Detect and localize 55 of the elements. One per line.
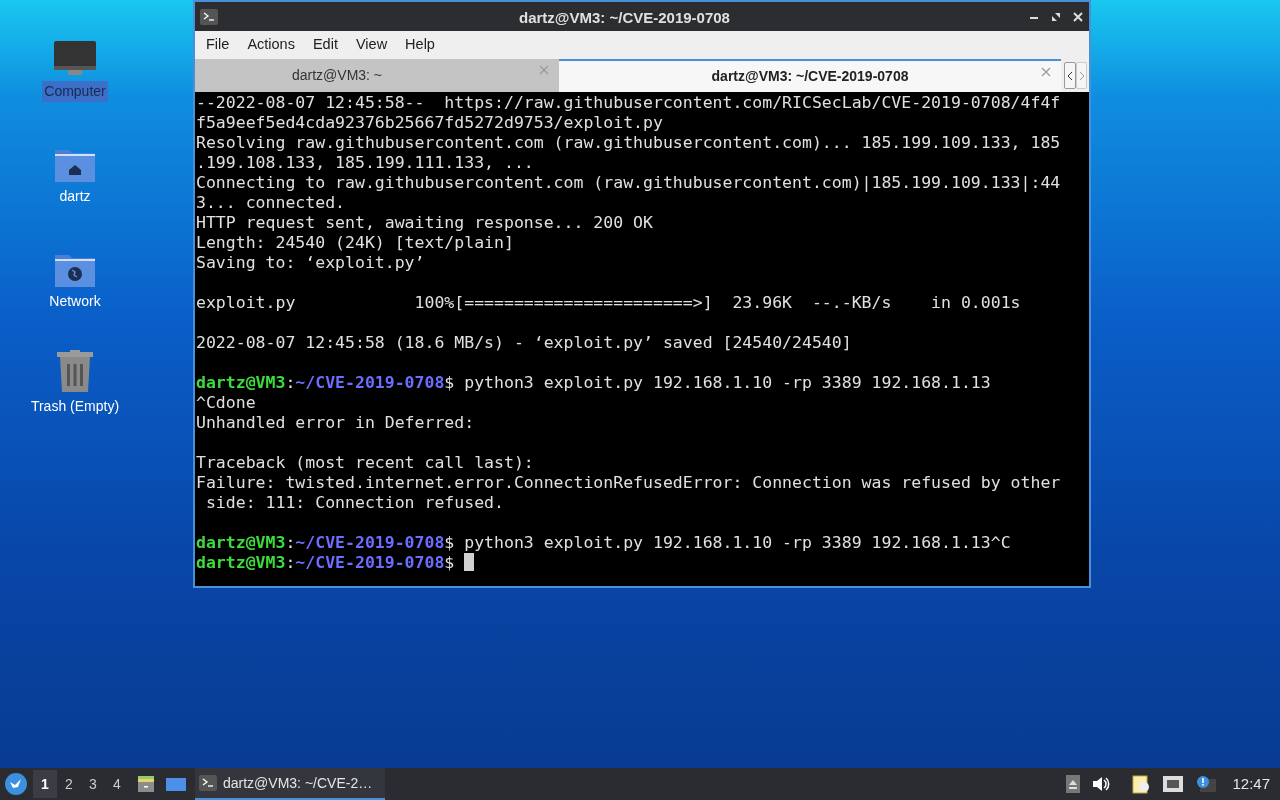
close-button[interactable] xyxy=(1073,11,1083,22)
scroll-left-button[interactable] xyxy=(1064,62,1076,89)
monitor-icon xyxy=(54,41,96,77)
terminal-tab[interactable]: dartz@VM3: ~ xyxy=(195,59,559,92)
terminal-line: --2022-08-07 12:45:58-- https://raw.githubusercontent.com/RICSecLab/CVE-2019-0708/4f4f xyxy=(196,93,1061,112)
clock[interactable]: 12:47 xyxy=(1232,772,1270,796)
caret-right-icon xyxy=(1078,70,1085,81)
network-icon[interactable] xyxy=(1162,775,1185,793)
desktop-icon[interactable]: Trash (Empty) xyxy=(28,329,122,417)
terminal-line: Traceback (most recent call last): xyxy=(196,453,534,472)
menu-item[interactable]: View xyxy=(346,34,397,56)
caret-left-icon xyxy=(1067,70,1073,81)
terminal-icon xyxy=(200,8,218,25)
terminal-line: ^Cdone xyxy=(196,393,256,412)
prompt-line: dartz@VM3:~/CVE-2019-0708$ python3 exploit.py 192.168.1.10 -rp 3389 192.168.1.13 xyxy=(196,373,991,392)
terminal-icon xyxy=(199,775,217,791)
desktop-icon[interactable]: dartz xyxy=(55,119,95,207)
taskbar-task[interactable]: dartz@VM3: ~/CVE-2… xyxy=(195,768,385,800)
menu-item[interactable]: File xyxy=(197,34,239,56)
terminal-line: .199.108.133, 185.199.111.133, ... xyxy=(196,153,534,172)
terminal-line: Failure: twisted.internet.error.ConnectionRefusedError: Connection was refused by other xyxy=(196,473,1061,492)
desktop-icon[interactable] xyxy=(165,775,187,793)
workspace-button[interactable]: 3 xyxy=(81,770,105,798)
prompt-line: dartz@VM3:~/CVE-2019-0708$ python3 exploit.py 192.168.1.10 -rp 3389 192.168.1.13^C xyxy=(196,533,1011,552)
start-menu-icon[interactable] xyxy=(5,773,27,795)
terminal-line: HTTP request sent, awaiting response... 200 OK xyxy=(196,213,653,232)
terminal-line: Length: 24540 (24K) [text/plain] xyxy=(196,233,514,252)
task-label: dartz@VM3: ~/CVE-2… xyxy=(223,773,373,793)
maximize-button[interactable] xyxy=(1051,11,1061,22)
workspace-button[interactable]: 2 xyxy=(57,770,81,798)
terminal-tab[interactable]: dartz@VM3: ~/CVE-2019-0708 xyxy=(559,59,1061,92)
window-title: dartz@VM3: ~/CVE-2019-0708 xyxy=(519,8,730,28)
terminal-line: f5a9eef5ed4cda92376b25667fd5272d9753/exploit.py xyxy=(196,113,663,132)
terminal-line: exploit.py 100%[=======================>] 23.96K --.-KB/s in 0.001s xyxy=(196,293,1021,312)
clipboard-icon[interactable] xyxy=(1132,774,1151,794)
prompt-line: dartz@VM3:~/CVE-2019-0708$ xyxy=(196,553,455,572)
notification-icon[interactable] xyxy=(1196,775,1217,793)
terminal-line: 3... connected. xyxy=(196,193,345,212)
terminal-line: Connecting to raw.githubusercontent.com (raw.githubusercontent.com)|185.199.109.133|:44 xyxy=(196,173,1061,192)
terminal-line: Resolving raw.githubusercontent.com (raw.githubusercontent.com)... 185.199.109.133, 185 xyxy=(196,133,1061,152)
workspace-button[interactable]: 1 xyxy=(33,770,57,798)
volume-icon[interactable] xyxy=(1092,776,1111,792)
terminal-line: 2022-08-07 12:45:58 (18.6 MB/s) - ‘exploit.py’ saved [24540/24540] xyxy=(196,333,852,352)
menu-item[interactable]: Edit xyxy=(303,34,347,56)
trash-icon xyxy=(57,350,93,392)
menu-item[interactable]: Help xyxy=(396,34,444,56)
workspace-button[interactable]: 4 xyxy=(105,770,129,798)
close-tab-button[interactable] xyxy=(1041,67,1051,77)
menu-item[interactable]: Actions xyxy=(238,34,304,56)
desktop-icon[interactable]: Network xyxy=(47,224,103,312)
terminal-line: side: 111: Connection refused. xyxy=(204,493,504,512)
terminal-line: Saving to: ‘exploit.py’ xyxy=(196,253,425,272)
terminal-line: Unhandled error in Deferred: xyxy=(196,413,475,432)
file-cabinet-icon[interactable] xyxy=(136,774,156,794)
eject-icon[interactable] xyxy=(1066,775,1081,793)
